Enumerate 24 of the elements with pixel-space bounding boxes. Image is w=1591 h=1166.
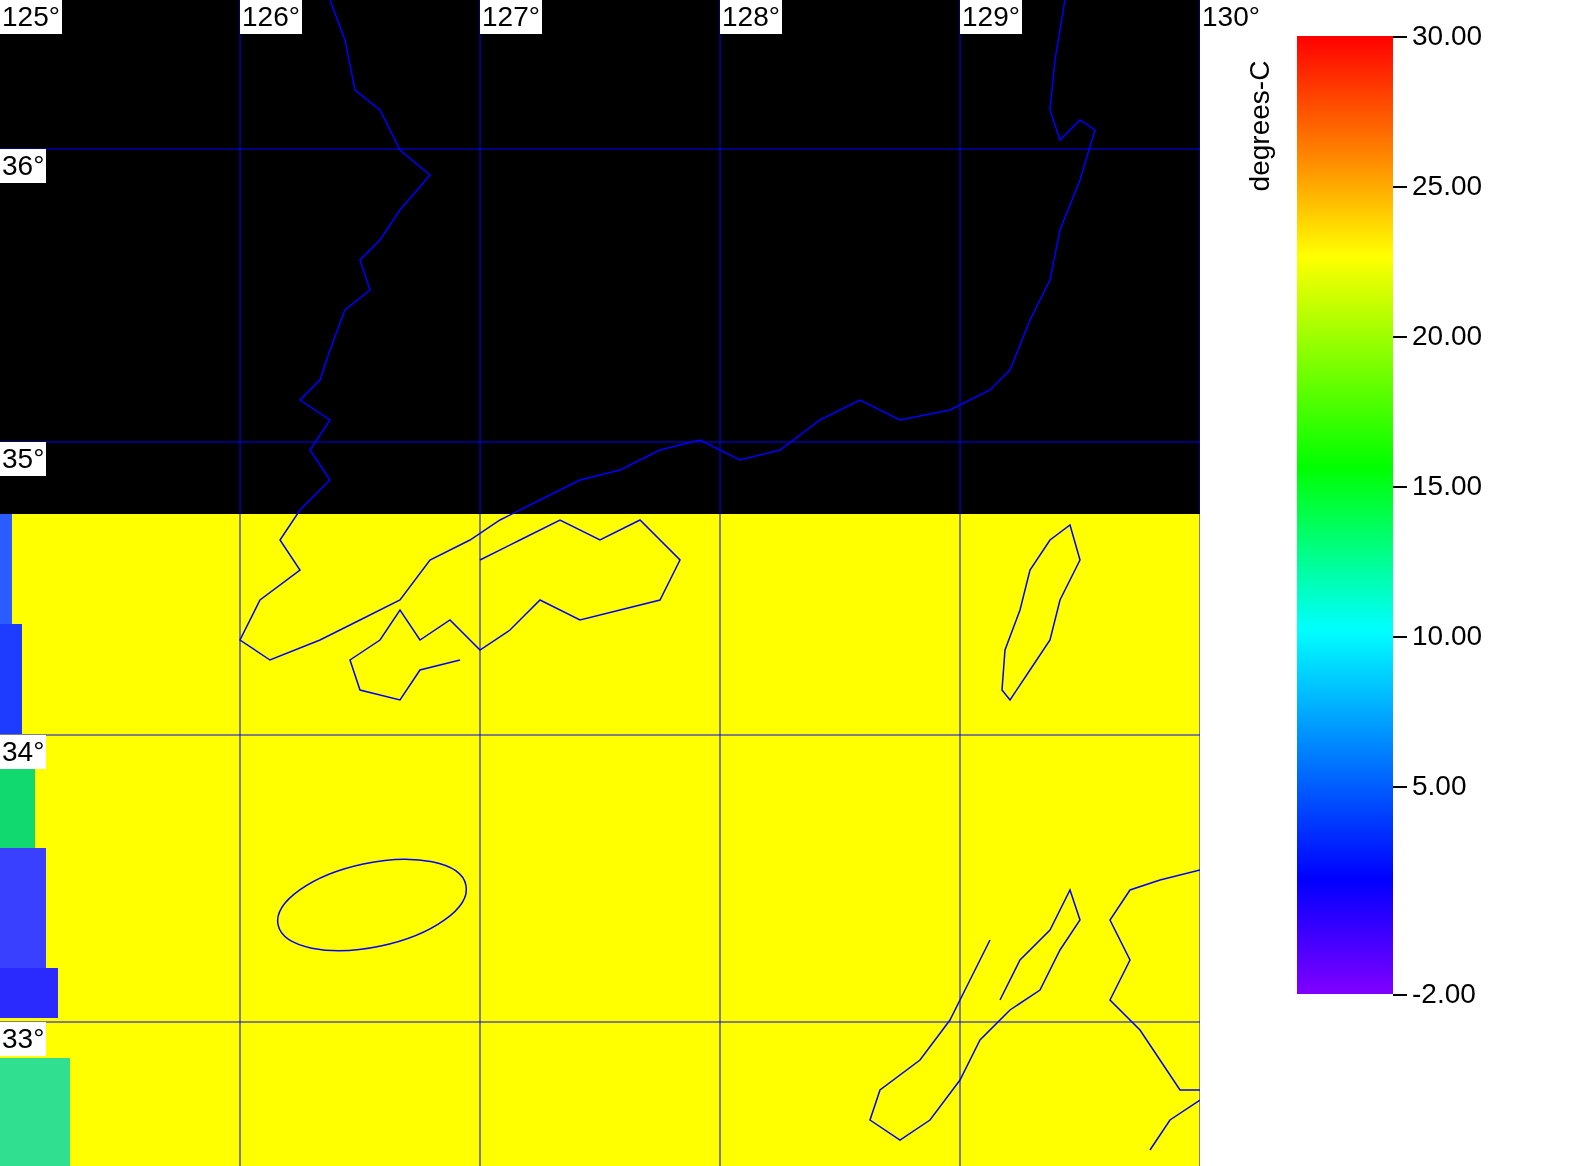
longitude-label: 125° <box>0 0 62 34</box>
latitude-label: 35° <box>0 442 47 476</box>
tick-mark <box>1393 336 1407 338</box>
longitude-label: 127° <box>480 0 542 34</box>
scale-tick-label: 25.00 <box>1412 169 1483 203</box>
scale-tick-label: 20.00 <box>1412 319 1483 353</box>
tick-mark <box>1393 36 1407 38</box>
tick-mark <box>1393 486 1407 488</box>
latitude-label: 36° <box>0 149 47 183</box>
tick-mark <box>1393 994 1407 996</box>
latitude-label: 34° <box>0 735 47 769</box>
scale-tick-label: 30.00 <box>1412 19 1483 53</box>
longitude-label: 128° <box>720 0 782 34</box>
scale-tick-label: 5.00 <box>1412 769 1467 803</box>
scale-tick-label: 10.00 <box>1412 619 1483 653</box>
latitude-label: 33° <box>0 1022 47 1056</box>
tick-mark <box>1393 636 1407 638</box>
tick-mark <box>1393 186 1407 188</box>
colorbar-title: degrees-C <box>1244 59 1276 194</box>
scale-tick-label: 15.00 <box>1412 469 1483 503</box>
longitude-label: 126° <box>240 0 302 34</box>
longitude-label: 129° <box>960 0 1022 34</box>
scale-tick-label: -2.00 <box>1412 977 1476 1011</box>
tick-mark <box>1393 786 1407 788</box>
